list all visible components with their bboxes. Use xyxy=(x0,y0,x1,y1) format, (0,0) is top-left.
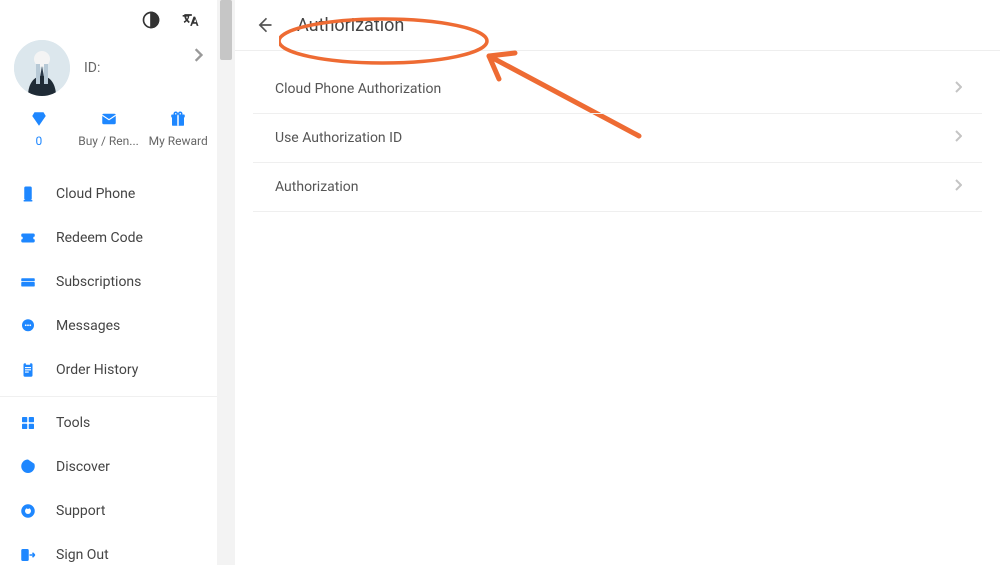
sidebar-item-messages[interactable]: Messages xyxy=(0,304,217,348)
ticket-icon xyxy=(18,228,38,248)
sidebar-item-support[interactable]: Support xyxy=(0,489,217,533)
page-header: Authorization xyxy=(235,0,1000,51)
sidebar-item-label: Sign Out xyxy=(56,547,109,563)
chevron-right-icon xyxy=(193,48,203,66)
list-item-label: Authorization xyxy=(275,179,358,195)
my-reward-label: My Reward xyxy=(149,134,208,148)
chevron-right-icon xyxy=(954,81,962,97)
divider xyxy=(0,396,217,397)
chat-icon xyxy=(18,316,38,336)
chevron-right-icon xyxy=(954,179,962,195)
scrollbar-track[interactable] xyxy=(217,0,235,565)
phone-icon xyxy=(18,184,38,204)
envelope-icon xyxy=(100,110,118,128)
sidebar-item-label: Subscriptions xyxy=(56,274,141,290)
sidebar-item-label: Cloud Phone xyxy=(56,186,135,202)
buy-renew-label: Buy / Ren... xyxy=(78,134,139,148)
language-icon[interactable] xyxy=(181,10,201,34)
sidebar-item-label: Support xyxy=(56,503,105,519)
list-item-cloud-phone-authorization[interactable]: Cloud Phone Authorization xyxy=(253,65,982,114)
profile-id-label: ID: xyxy=(84,60,100,76)
exit-icon xyxy=(18,545,38,565)
sidebar-item-label: Messages xyxy=(56,318,120,334)
clipboard-icon xyxy=(18,360,38,380)
avatar xyxy=(14,40,70,96)
settings-list: Cloud Phone Authorization Use Authorizati… xyxy=(235,51,1000,212)
contrast-icon[interactable] xyxy=(141,10,161,34)
sidebar-item-cloud-phone[interactable]: Cloud Phone xyxy=(0,172,217,216)
list-item-label: Cloud Phone Authorization xyxy=(275,81,441,97)
sidebar-item-redeem-code[interactable]: Redeem Code xyxy=(0,216,217,260)
sidebar: ID: 0 Buy / Ren... My Reward Cloud Phone… xyxy=(0,0,217,565)
sidebar-item-label: Order History xyxy=(56,362,138,378)
main-content: Authorization Cloud Phone Authorization U… xyxy=(235,0,1000,565)
profile-row[interactable]: ID: xyxy=(0,40,217,110)
quick-credits[interactable]: 0 xyxy=(4,110,74,148)
compass-icon xyxy=(18,457,38,477)
sidebar-item-label: Redeem Code xyxy=(56,230,143,246)
sidebar-menu: Cloud Phone Redeem Code Subscriptions Messa… xyxy=(0,168,217,565)
gift-icon xyxy=(169,110,187,128)
sidebar-item-label: Discover xyxy=(56,459,110,475)
page-title: Authorization xyxy=(297,15,404,36)
scrollbar-thumb[interactable] xyxy=(220,0,232,60)
list-item-use-authorization-id[interactable]: Use Authorization ID xyxy=(253,114,982,163)
sidebar-item-sign-out[interactable]: Sign Out xyxy=(0,533,217,565)
sidebar-item-discover[interactable]: Discover xyxy=(0,445,217,489)
list-item-label: Use Authorization ID xyxy=(275,130,402,146)
folder-icon xyxy=(18,272,38,292)
sidebar-item-subscriptions[interactable]: Subscriptions xyxy=(0,260,217,304)
support-icon xyxy=(18,501,38,521)
chevron-right-icon xyxy=(954,130,962,146)
quick-my-reward[interactable]: My Reward xyxy=(143,110,213,148)
sidebar-item-label: Tools xyxy=(56,415,90,431)
grid-icon xyxy=(18,413,38,433)
diamond-icon xyxy=(30,110,48,128)
arrow-left-icon xyxy=(254,15,274,35)
back-button[interactable] xyxy=(253,14,275,36)
quick-buy-renew[interactable]: Buy / Ren... xyxy=(74,110,144,148)
sidebar-item-tools[interactable]: Tools xyxy=(0,401,217,445)
credits-count: 0 xyxy=(35,134,42,148)
sidebar-item-order-history[interactable]: Order History xyxy=(0,348,217,392)
list-item-authorization[interactable]: Authorization xyxy=(253,163,982,212)
